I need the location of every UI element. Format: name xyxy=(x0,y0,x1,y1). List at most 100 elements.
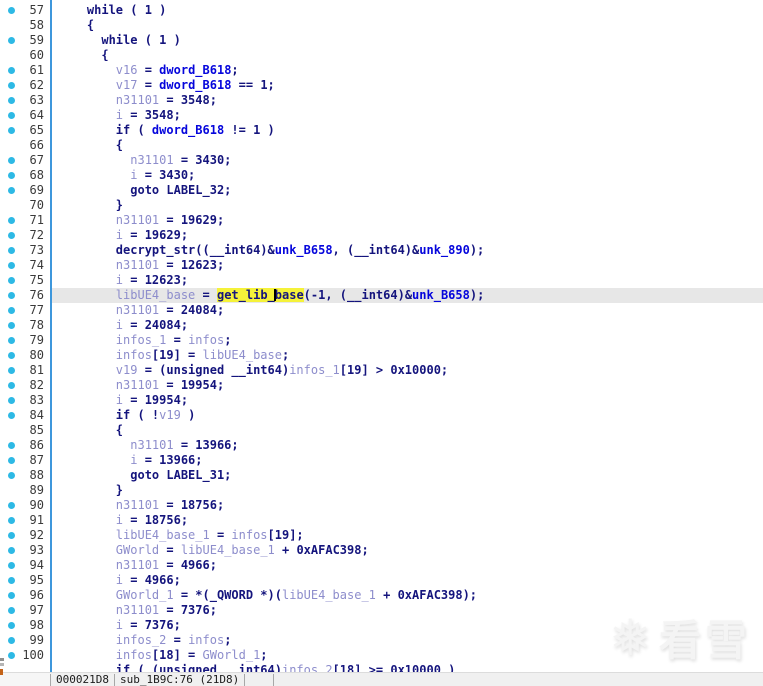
code-line-74[interactable]: 74 n31101 = 12623; xyxy=(0,258,763,273)
code-line-90[interactable]: 90 n31101 = 18756; xyxy=(0,498,763,513)
line-marker-dot[interactable] xyxy=(8,442,15,449)
code-text[interactable]: goto LABEL_32; xyxy=(50,183,763,198)
code-line-100[interactable]: 100 infos[18] = GWorld_1; xyxy=(0,648,763,663)
code-text[interactable]: while ( 1 ) xyxy=(50,33,763,48)
line-marker-dot[interactable] xyxy=(8,412,15,419)
code-text[interactable]: { xyxy=(50,48,763,63)
line-marker-dot[interactable] xyxy=(8,217,15,224)
line-marker-dot[interactable] xyxy=(8,547,15,554)
code-text[interactable]: decrypt_str((__int64)&unk_B658, (__int64… xyxy=(50,243,763,258)
code-line-66[interactable]: 66 { xyxy=(0,138,763,153)
line-marker-dot[interactable] xyxy=(8,97,15,104)
line-marker-dot[interactable] xyxy=(8,82,15,89)
code-text[interactable]: i = 13966; xyxy=(50,453,763,468)
code-line-95[interactable]: 95 i = 4966; xyxy=(0,573,763,588)
line-marker-dot[interactable] xyxy=(8,607,15,614)
code-text[interactable]: libUE4_base = get_lib_base(-1, (__int64)… xyxy=(50,288,763,303)
code-line-57[interactable]: 57 while ( 1 ) xyxy=(0,3,763,18)
code-line-70[interactable]: 70 } xyxy=(0,198,763,213)
code-line-63[interactable]: 63 n31101 = 3548; xyxy=(0,93,763,108)
code-line-99[interactable]: 99 infos_2 = infos; xyxy=(0,633,763,648)
code-line-65[interactable]: 65 if ( dword_B618 != 1 ) xyxy=(0,123,763,138)
code-text[interactable]: { xyxy=(50,138,763,153)
code-text[interactable]: infos_2 = infos; xyxy=(50,633,763,648)
code-text[interactable]: GWorld = libUE4_base_1 + 0xAFAC398; xyxy=(50,543,763,558)
code-line-79[interactable]: 79 infos_1 = infos; xyxy=(0,333,763,348)
code-line-96[interactable]: 96 GWorld_1 = *(_QWORD *)(libUE4_base_1 … xyxy=(0,588,763,603)
line-marker-dot[interactable] xyxy=(8,7,15,14)
line-marker-dot[interactable] xyxy=(8,127,15,134)
code-text[interactable]: n31101 = 3548; xyxy=(50,93,763,108)
code-line-88[interactable]: 88 goto LABEL_31; xyxy=(0,468,763,483)
code-text[interactable]: n31101 = 19629; xyxy=(50,213,763,228)
code-text[interactable]: v16 = dword_B618; xyxy=(50,63,763,78)
line-marker-dot[interactable] xyxy=(8,517,15,524)
code-line-97[interactable]: 97 n31101 = 7376; xyxy=(0,603,763,618)
line-marker-dot[interactable] xyxy=(8,112,15,119)
code-line-87[interactable]: 87 i = 13966; xyxy=(0,453,763,468)
code-text[interactable]: n31101 = 7376; xyxy=(50,603,763,618)
line-marker-dot[interactable] xyxy=(8,352,15,359)
code-text[interactable]: } xyxy=(50,483,763,498)
code-text[interactable]: n31101 = 18756; xyxy=(50,498,763,513)
line-marker-dot[interactable] xyxy=(8,502,15,509)
line-marker-dot[interactable] xyxy=(8,37,15,44)
line-marker-dot[interactable] xyxy=(8,157,15,164)
code-text[interactable]: libUE4_base_1 = infos[19]; xyxy=(50,528,763,543)
line-marker-dot[interactable] xyxy=(8,322,15,329)
line-marker-dot[interactable] xyxy=(8,457,15,464)
code-line-78[interactable]: 78 i = 24084; xyxy=(0,318,763,333)
line-marker-dot[interactable] xyxy=(8,277,15,284)
code-line-61[interactable]: 61 v16 = dword_B618; xyxy=(0,63,763,78)
line-marker-dot[interactable] xyxy=(8,292,15,299)
line-marker-dot[interactable] xyxy=(8,232,15,239)
code-line-67[interactable]: 67 n31101 = 3430; xyxy=(0,153,763,168)
code-text[interactable]: v19 = (unsigned __int64)infos_1[19] > 0x… xyxy=(50,363,763,378)
pseudocode-view[interactable]: 57 while ( 1 ) 58 {59 while ( 1 ) 60 {61 v… xyxy=(0,0,763,672)
code-text[interactable]: n31101 = 24084; xyxy=(50,303,763,318)
line-marker-dot[interactable] xyxy=(8,472,15,479)
line-marker-dot[interactable] xyxy=(8,562,15,569)
code-line-58[interactable]: 58 { xyxy=(0,18,763,33)
code-line-82[interactable]: 82 n31101 = 19954; xyxy=(0,378,763,393)
code-text[interactable]: { xyxy=(50,423,763,438)
code-text[interactable]: while ( 1 ) xyxy=(50,3,763,18)
code-text[interactable]: n31101 = 3430; xyxy=(50,153,763,168)
code-line-62[interactable]: 62 v17 = dword_B618 == 1; xyxy=(0,78,763,93)
line-marker-dot[interactable] xyxy=(8,397,15,404)
code-text[interactable]: goto LABEL_31; xyxy=(50,468,763,483)
code-text[interactable]: i = 19629; xyxy=(50,228,763,243)
code-text[interactable]: if ( (unsigned __int64)infos_2[18] >= 0x… xyxy=(50,663,763,672)
code-line-75[interactable]: 75 i = 12623; xyxy=(0,273,763,288)
code-text[interactable]: v17 = dword_B618 == 1; xyxy=(50,78,763,93)
code-text[interactable]: i = 3548; xyxy=(50,108,763,123)
line-marker-dot[interactable] xyxy=(8,367,15,374)
code-line-80[interactable]: 80 infos[19] = libUE4_base; xyxy=(0,348,763,363)
code-text[interactable]: if ( !v19 ) xyxy=(50,408,763,423)
code-line-92[interactable]: 92 libUE4_base_1 = infos[19]; xyxy=(0,528,763,543)
code-line-93[interactable]: 93 GWorld = libUE4_base_1 + 0xAFAC398; xyxy=(0,543,763,558)
code-line-89[interactable]: 89 } xyxy=(0,483,763,498)
code-text[interactable]: infos[19] = libUE4_base; xyxy=(50,348,763,363)
code-text[interactable]: n31101 = 13966; xyxy=(50,438,763,453)
code-line-76[interactable]: 76 libUE4_base = get_lib_base(-1, (__int… xyxy=(0,288,763,303)
code-text[interactable]: n31101 = 12623; xyxy=(50,258,763,273)
code-text[interactable]: GWorld_1 = *(_QWORD *)(libUE4_base_1 + 0… xyxy=(50,588,763,603)
code-line-83[interactable]: 83 i = 19954; xyxy=(0,393,763,408)
code-text[interactable]: { xyxy=(50,18,763,33)
code-line-69[interactable]: 69 goto LABEL_32; xyxy=(0,183,763,198)
line-marker-dot[interactable] xyxy=(8,637,15,644)
code-text[interactable]: infos[18] = GWorld_1; xyxy=(50,648,763,663)
line-marker-dot[interactable] xyxy=(8,307,15,314)
line-marker-dot[interactable] xyxy=(8,652,15,659)
line-marker-dot[interactable] xyxy=(8,262,15,269)
code-line-85[interactable]: 85 { xyxy=(0,423,763,438)
code-text[interactable]: n31101 = 4966; xyxy=(50,558,763,573)
code-text[interactable]: i = 18756; xyxy=(50,513,763,528)
line-marker-dot[interactable] xyxy=(8,172,15,179)
code-text[interactable]: infos_1 = infos; xyxy=(50,333,763,348)
code-text[interactable]: i = 19954; xyxy=(50,393,763,408)
code-line[interactable]: if ( (unsigned __int64)infos_2[18] >= 0x… xyxy=(0,663,763,672)
code-text[interactable]: i = 3430; xyxy=(50,168,763,183)
line-marker-dot[interactable] xyxy=(8,187,15,194)
